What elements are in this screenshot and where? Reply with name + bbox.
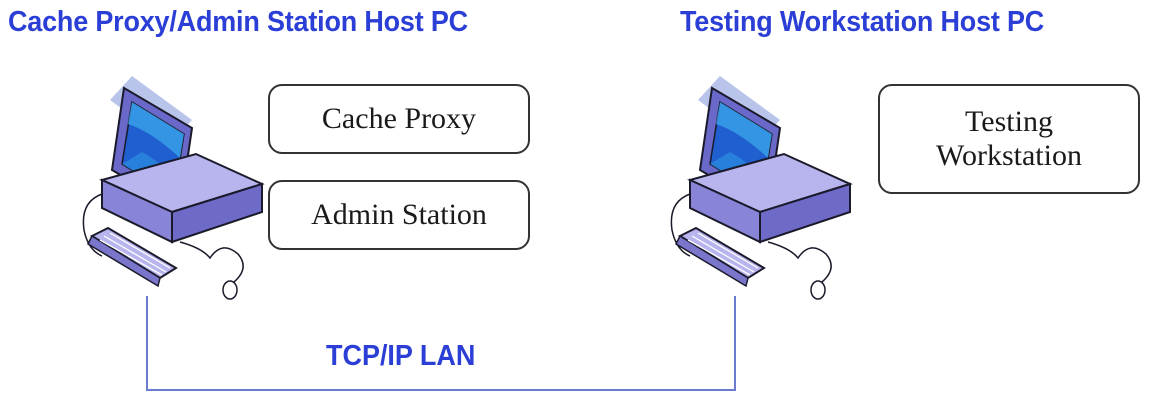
network-label: TCP/IP LAN <box>326 340 476 372</box>
component-label: Cache Proxy <box>321 102 477 135</box>
component-box-cache-proxy: Cache Proxy <box>268 84 530 154</box>
component-label: Admin Station <box>311 198 487 231</box>
desktop-computer-icon <box>670 76 853 300</box>
component-label: Testing Workstation <box>936 105 1082 172</box>
component-box-testing-workstation: Testing Workstation <box>878 84 1140 194</box>
desktop-computer-icon <box>82 76 265 300</box>
component-box-admin-station: Admin Station <box>268 180 530 250</box>
